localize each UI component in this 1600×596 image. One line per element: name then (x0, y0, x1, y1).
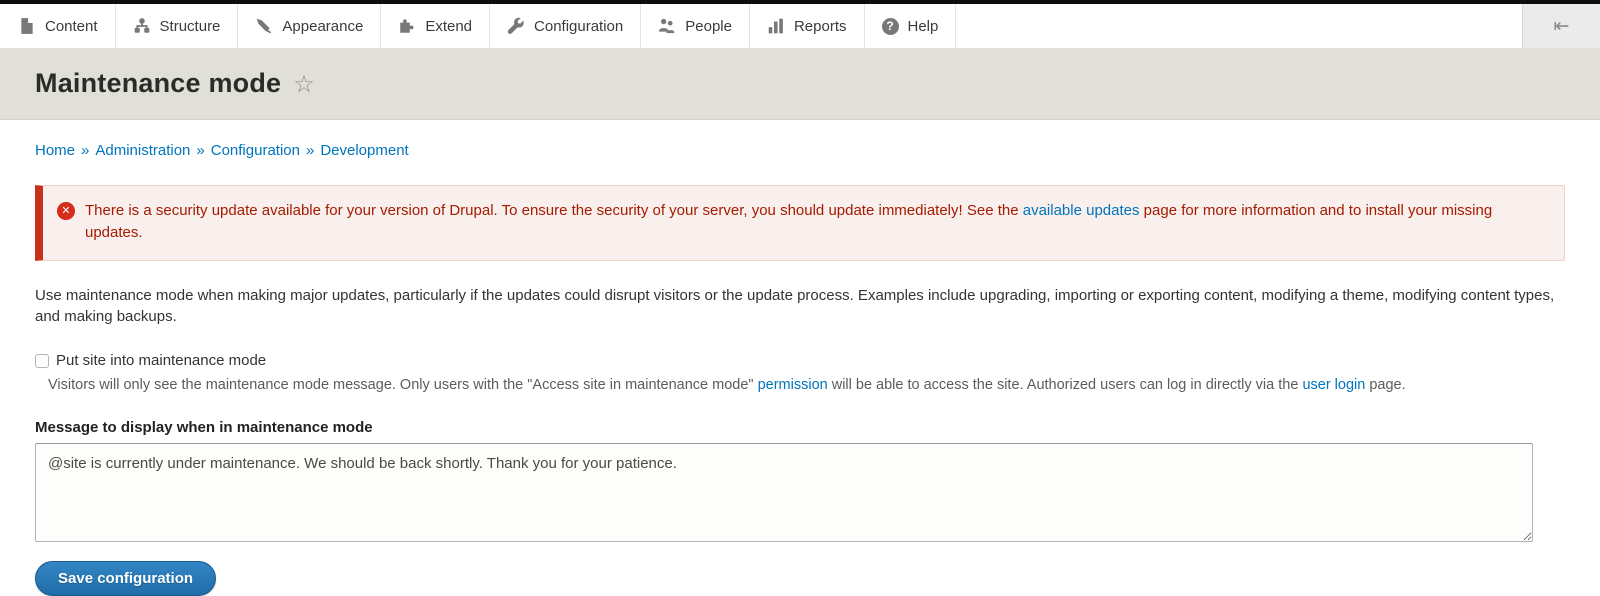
breadcrumb-separator: » (196, 142, 204, 159)
page-header-band: Maintenance mode ☆ (0, 48, 1600, 120)
toolbar-item-structure[interactable]: Structure (116, 4, 239, 48)
collapse-left-icon: ⇤ (1554, 15, 1570, 37)
description-text: will be able to access the site. Authori… (828, 377, 1303, 393)
toolbar-item-label: Appearance (282, 18, 363, 35)
error-icon: ✕ (57, 202, 75, 220)
toolbar-item-label: Structure (160, 18, 221, 35)
paintbrush-icon (255, 17, 273, 35)
permission-link[interactable]: permission (758, 377, 828, 393)
toolbar-item-label: Reports (794, 18, 847, 35)
message-field-label: Message to display when in maintenance m… (35, 419, 1565, 436)
error-message-box: ✕ There is a security update available f… (35, 185, 1565, 261)
save-configuration-button[interactable]: Save configuration (35, 561, 216, 596)
admin-toolbar: Content Structure Appearance Extend Conf (0, 4, 1600, 48)
maintenance-mode-checkbox-row: Put site into maintenance mode (35, 352, 1565, 369)
toolbar-orientation-toggle[interactable]: ⇤ (1522, 4, 1600, 48)
breadcrumb-separator: » (306, 142, 314, 159)
main-content: Home » Administration » Configuration » Develo… (0, 120, 1600, 596)
breadcrumb-separator: » (81, 142, 89, 159)
error-text-before: There is a security update available for… (85, 202, 1023, 219)
file-icon (18, 17, 36, 35)
breadcrumb: Home » Administration » Configuration » Develo… (35, 142, 1565, 159)
description-text: page. (1365, 377, 1405, 393)
maintenance-mode-checkbox-label[interactable]: Put site into maintenance mode (56, 352, 266, 369)
form-actions: Save configuration (35, 561, 1565, 596)
error-message-text: There is a security update available for… (85, 200, 1546, 244)
maintenance-message-textarea[interactable]: @site is currently under maintenance. We… (35, 443, 1533, 542)
toolbar-item-reports[interactable]: Reports (750, 4, 865, 48)
breadcrumb-link-home[interactable]: Home (35, 142, 75, 159)
toolbar-item-people[interactable]: People (641, 4, 750, 48)
sitemap-icon (133, 17, 151, 35)
breadcrumb-link-configuration[interactable]: Configuration (211, 142, 300, 159)
maintenance-mode-intro: Use maintenance mode when making major u… (35, 285, 1565, 329)
breadcrumb-link-administration[interactable]: Administration (95, 142, 190, 159)
toolbar-item-help[interactable]: ? Help (865, 4, 957, 48)
breadcrumb-link-development[interactable]: Development (320, 142, 408, 159)
toolbar-item-configuration[interactable]: Configuration (490, 4, 641, 48)
page-title: Maintenance mode (35, 68, 281, 99)
toolbar-item-label: Content (45, 18, 98, 35)
wrench-icon (507, 17, 525, 35)
people-icon (658, 17, 676, 35)
puzzle-icon (398, 17, 416, 35)
user-login-link[interactable]: user login (1302, 377, 1365, 393)
star-icon[interactable]: ☆ (293, 72, 315, 96)
maintenance-mode-description: Visitors will only see the maintenance m… (48, 375, 1565, 395)
toolbar-item-label: People (685, 18, 732, 35)
description-text: Visitors will only see the maintenance m… (48, 377, 758, 393)
toolbar-item-label: Configuration (534, 18, 623, 35)
bar-chart-icon (767, 17, 785, 35)
available-updates-link[interactable]: available updates (1023, 202, 1140, 219)
admin-toolbar-menu: Content Structure Appearance Extend Conf (0, 4, 956, 48)
toolbar-item-content[interactable]: Content (0, 4, 116, 48)
toolbar-item-appearance[interactable]: Appearance (238, 4, 381, 48)
toolbar-item-label: Extend (425, 18, 472, 35)
toolbar-item-extend[interactable]: Extend (381, 4, 490, 48)
maintenance-mode-checkbox[interactable] (35, 354, 49, 368)
toolbar-item-label: Help (908, 18, 939, 35)
help-icon: ? (882, 18, 899, 35)
